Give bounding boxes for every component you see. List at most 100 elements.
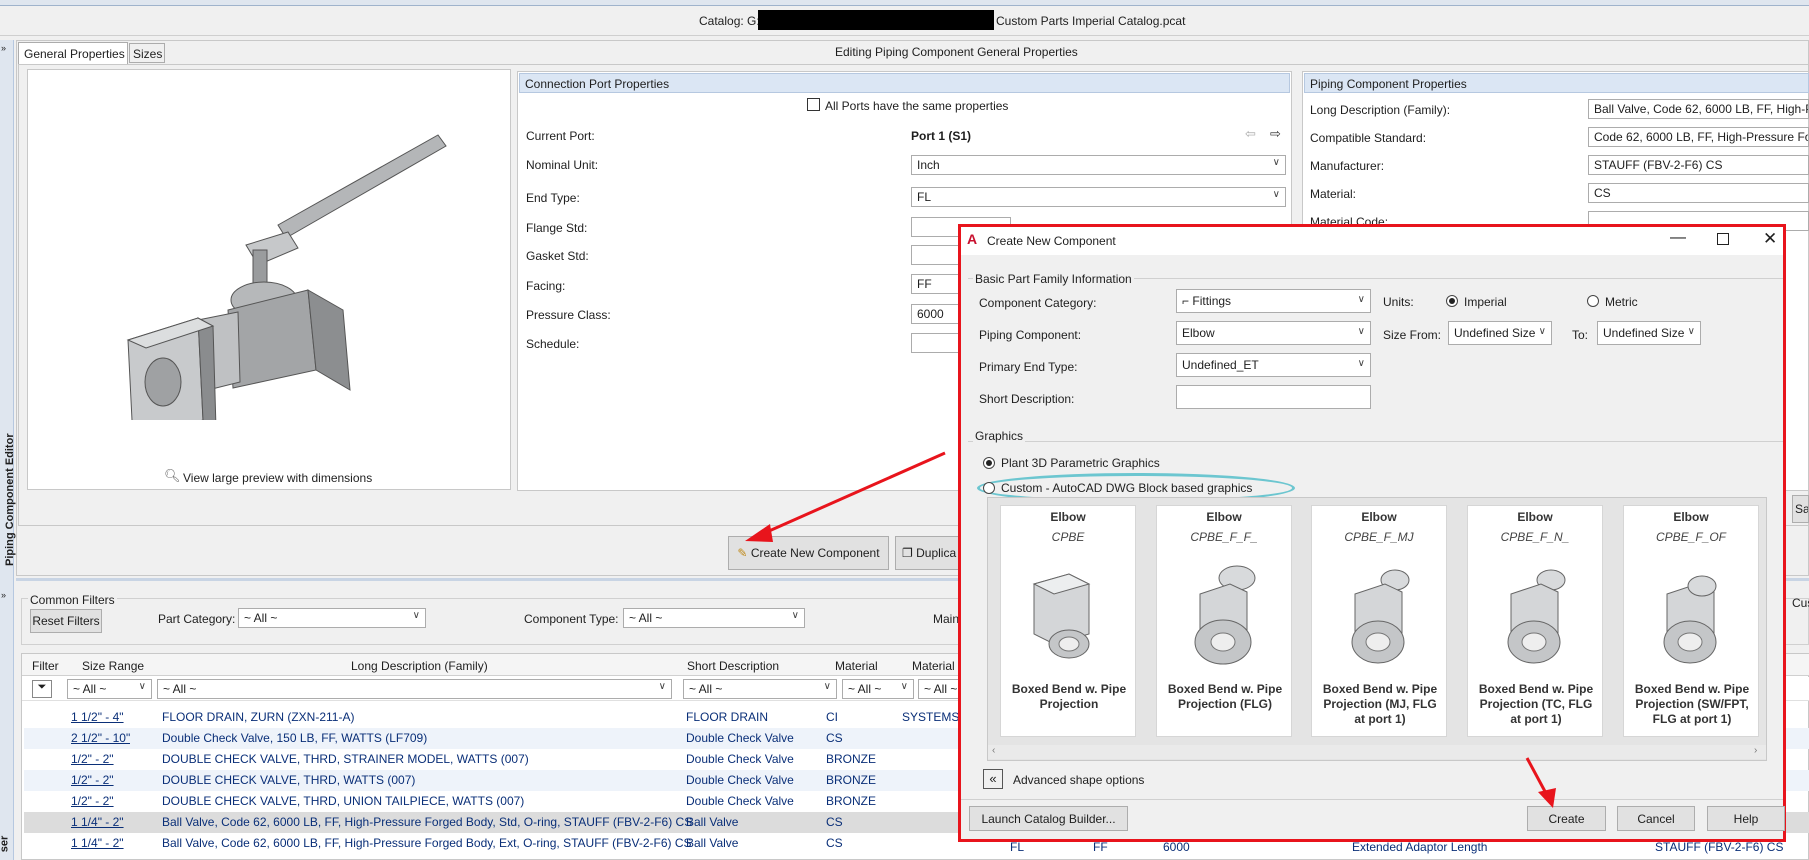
primary-end-type-label: Primary End Type: xyxy=(979,360,1078,374)
short-description-field[interactable] xyxy=(1176,385,1371,409)
row-size-link[interactable]: 2 1/2" - 10" xyxy=(71,731,130,745)
col-material[interactable]: Material xyxy=(835,659,878,673)
scroll-left-icon[interactable]: ‹ xyxy=(992,745,995,756)
row-size-link[interactable]: 1 1/2" - 4" xyxy=(71,710,124,724)
plant3d-label: Plant 3D Parametric Graphics xyxy=(1001,456,1160,470)
end-type-combo[interactable]: FL ∨ xyxy=(911,187,1286,207)
catalog-path-redaction xyxy=(758,10,994,30)
help-button[interactable]: Help xyxy=(1707,806,1785,831)
create-new-component-button[interactable]: ✎ Create New Component xyxy=(728,536,889,570)
gallery-scrollbar[interactable]: ‹ › xyxy=(988,745,1766,759)
create-component-icon: ✎ xyxy=(737,546,748,560)
shape-card-cpbe-f-f[interactable]: Elbow CPBE_F_F_ Boxed Bend w. Pipe Proje… xyxy=(1156,505,1292,737)
tab-sizes-label: Sizes xyxy=(133,47,163,61)
shape-code: CPBE_F_F_ xyxy=(1190,530,1258,544)
custom-filter-label: Cus xyxy=(1792,596,1809,610)
short-description-label: Short Description: xyxy=(979,392,1075,406)
row-material: CI xyxy=(826,710,838,724)
size-from-combo[interactable]: Undefined Size ∨ xyxy=(1448,321,1552,345)
collapse-icon-2[interactable]: » xyxy=(1,590,6,600)
shape-name: Elbow xyxy=(1361,510,1397,524)
size-from-value: Undefined Size xyxy=(1454,326,1536,340)
scroll-right-icon[interactable]: › xyxy=(1754,745,1757,756)
shape-description: Boxed Bend w. Pipe Projection (FLG) xyxy=(1167,682,1283,711)
row-size-link[interactable]: 1/2" - 2" xyxy=(71,773,114,787)
row-short-desc: FLOOR DRAIN xyxy=(686,710,769,724)
shape-card-cpbe-f-n[interactable]: Elbow CPBE_F_N_ Boxed Bend w. Pipe Proje… xyxy=(1467,505,1603,737)
launch-catalog-builder-button[interactable]: Launch Catalog Builder... xyxy=(969,806,1128,831)
col-size-range[interactable]: Size Range xyxy=(82,659,144,673)
units-imperial-radio[interactable] xyxy=(1446,295,1458,307)
cancel-button[interactable]: Cancel xyxy=(1617,806,1695,831)
behind-manufacturer: STAUFF (FBV-2-F6) CS xyxy=(1655,840,1784,854)
shape-card-cpbe-f-mj[interactable]: Elbow CPBE_F_MJ Boxed Bend w. Pipe Proje… xyxy=(1311,505,1447,737)
size-range-filter[interactable]: ~ All ~ ∨ xyxy=(67,679,152,699)
magnifier-icon: 🔍︎ xyxy=(164,468,181,483)
col-long-desc[interactable]: Long Description (Family) xyxy=(351,659,488,673)
advanced-expand-icon[interactable]: « xyxy=(983,769,1003,789)
custom-graphics-radio[interactable] xyxy=(983,482,995,494)
next-port-arrow-icon[interactable]: ⇨ xyxy=(1270,126,1281,142)
chevron-down-icon: ∨ xyxy=(1357,326,1365,337)
side-tab-editor[interactable]: Piping Component Editor xyxy=(0,410,16,570)
behind-end-type: FL xyxy=(1010,840,1025,854)
long-desc-field[interactable]: Ball Valve, Code 62, 6000 LB, FF, High-P… xyxy=(1588,99,1809,119)
size-to-combo[interactable]: Undefined Size ∨ xyxy=(1597,321,1701,345)
row-size-link[interactable]: 1 1/4" - 2" xyxy=(71,815,124,829)
col-short-desc[interactable]: Short Description xyxy=(687,659,779,673)
minimize-icon[interactable]: — xyxy=(1670,229,1686,247)
create-button[interactable]: Create xyxy=(1527,806,1606,831)
shape-card-cpbe-f-of[interactable]: Elbow CPBE_F_OF Boxed Bend w. Pipe Proje… xyxy=(1623,505,1759,737)
row-material: CS xyxy=(826,836,843,850)
maximize-icon[interactable] xyxy=(1717,233,1729,245)
row-size-link[interactable]: 1/2" - 2" xyxy=(71,752,114,766)
reset-filters-button[interactable]: Reset Filters xyxy=(30,609,102,633)
close-icon[interactable]: ✕ xyxy=(1763,229,1777,249)
component-type-combo[interactable]: ~ All ~ ∨ xyxy=(623,608,805,628)
all-ports-checkbox[interactable] xyxy=(807,98,820,111)
shape-card-cpbe[interactable]: Elbow CPBE Boxed Bend w. Pipe Projection xyxy=(1000,505,1136,737)
ball-valve-image xyxy=(126,134,447,420)
tab-general-properties[interactable]: General Properties xyxy=(18,42,128,64)
row-short-desc: Ball Valve xyxy=(686,836,739,850)
chevron-down-icon: ∨ xyxy=(1687,326,1695,337)
chevron-down-icon: ∨ xyxy=(1357,294,1365,305)
chevron-down-icon: ∨ xyxy=(138,681,146,692)
row-size-link[interactable]: 1/2" - 2" xyxy=(71,794,114,808)
row-material: CS xyxy=(826,731,843,745)
schedule-label: Schedule: xyxy=(526,337,580,351)
dialog-title: Create New Component xyxy=(987,234,1116,248)
component-category-combo[interactable]: ⌐ Fittings ∨ xyxy=(1176,289,1371,313)
part-category-combo[interactable]: ~ All ~ ∨ xyxy=(238,608,426,628)
advanced-shape-options-label[interactable]: Advanced shape options xyxy=(1013,773,1144,787)
tab-sizes[interactable]: Sizes xyxy=(129,43,165,63)
material-field[interactable]: CS xyxy=(1588,183,1809,203)
short-desc-filter[interactable]: ~ All ~ ∨ xyxy=(683,679,837,699)
prev-port-arrow-icon[interactable]: ⇦ xyxy=(1245,126,1256,142)
col-filter[interactable]: Filter xyxy=(32,659,59,673)
piping-component-combo[interactable]: Elbow ∨ xyxy=(1176,321,1371,345)
material-filter[interactable]: ~ All ~ ∨ xyxy=(842,679,914,699)
duplicate-button[interactable]: ❐ Duplica xyxy=(895,536,965,570)
to-label: To: xyxy=(1572,328,1589,342)
row-size-link[interactable]: 1 1/4" - 2" xyxy=(71,836,124,850)
part-category-label: Part Category: xyxy=(158,612,236,626)
save-button[interactable]: Sa xyxy=(1792,495,1809,523)
flange-std-label: Flange Std: xyxy=(526,221,588,235)
nominal-unit-combo[interactable]: Inch ∨ xyxy=(911,155,1286,175)
compatible-standard-field[interactable]: Code 62, 6000 LB, FF, High-Pressure Forg xyxy=(1588,127,1809,147)
col-material-2[interactable]: Material xyxy=(912,659,955,673)
long-desc-filter[interactable]: ~ All ~ ∨ xyxy=(157,679,672,699)
primary-end-type-combo[interactable]: Undefined_ET ∨ xyxy=(1176,353,1371,377)
create-new-component-label: Create New Component xyxy=(750,546,880,560)
plant3d-radio[interactable] xyxy=(983,457,995,469)
duplicate-icon: ❐ xyxy=(902,546,913,560)
collapse-icon[interactable]: » xyxy=(1,43,6,53)
units-metric-radio[interactable] xyxy=(1587,295,1599,307)
manufacturer-field[interactable]: STAUFF (FBV-2-F6) CS xyxy=(1588,155,1809,175)
shape-code: CPBE_F_MJ xyxy=(1344,530,1414,544)
shape-name: Elbow xyxy=(1206,510,1242,524)
view-large-preview-link[interactable]: View large preview with dimensions xyxy=(183,471,372,485)
filter-funnel-icon[interactable]: ⏷ xyxy=(32,680,52,698)
elbow-sw-shape-icon xyxy=(1663,575,1717,664)
